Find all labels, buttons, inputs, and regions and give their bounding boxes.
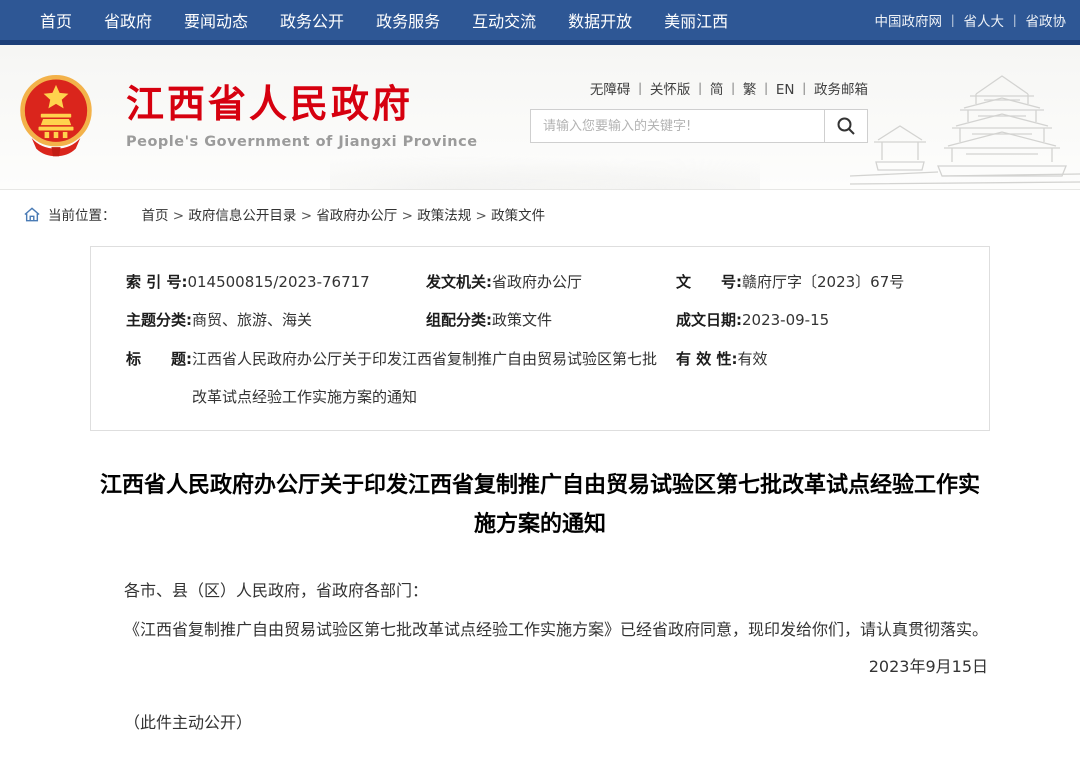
gov-site-link[interactable]: 中国政府网 bbox=[875, 10, 964, 30]
breadcrumb: 当前位置： 首页政府信息公开目录省政府办公厅政策法规政策文件 bbox=[0, 190, 1080, 234]
national-emblem-icon bbox=[20, 74, 92, 157]
site-header: 江西省人民政府 People's Government of Jiangxi P… bbox=[0, 45, 1080, 190]
group-label: 组配分类: bbox=[426, 311, 492, 330]
document-body: 各市、县（区）人民政府，省政府各部门： 《江西省复制推广自由贸易试验区第七批改革… bbox=[90, 576, 990, 760]
nav-item[interactable]: 首页 bbox=[40, 8, 72, 32]
doc-number-label: 文 号: bbox=[676, 273, 742, 291]
search-button[interactable] bbox=[824, 110, 867, 142]
doc-title-value: 江西省人民政府办公厅关于印发江西省复制推广自由贸易试验区第七批改革试点经验工作实… bbox=[192, 349, 658, 406]
nav-item[interactable]: 互动交流 bbox=[472, 8, 536, 32]
metadata-topic: 主题分类: 商贸、旅游、海关 bbox=[126, 301, 426, 339]
top-nav-items: 首页 省政府 要闻动态 政务公开 政务服务 互动交流 数据开放 美丽江西 bbox=[40, 8, 728, 32]
breadcrumb-item[interactable]: 省政府办公厅 bbox=[316, 204, 417, 224]
document-date: 2023年9月15日 bbox=[868, 657, 988, 677]
paragraph: 《江西省复制推广自由贸易试验区第七批改革试点经验工作实施方案》已经省政府同意，现… bbox=[124, 619, 989, 639]
metadata-index: 索 引 号: 014500815/2023-76717 bbox=[126, 263, 426, 301]
site-title: 江西省人民政府 bbox=[126, 82, 414, 127]
search-box bbox=[530, 109, 868, 143]
main-content: 索 引 号: 014500815/2023-76717 发文机关: 省政府办公厅… bbox=[90, 246, 990, 760]
metadata-row: 索 引 号: 014500815/2023-76717 发文机关: 省政府办公厅… bbox=[126, 263, 959, 301]
search-input[interactable] bbox=[531, 110, 824, 142]
quick-link[interactable]: 政务邮箱 bbox=[814, 78, 868, 98]
top-nav-gov-links: 中国政府网省人大省政协 bbox=[875, 10, 1067, 30]
nav-item[interactable]: 政务公开 bbox=[280, 8, 344, 32]
site-title-en: People's Government of Jiangxi Province bbox=[126, 133, 478, 150]
nav-item[interactable]: 政务服务 bbox=[376, 8, 440, 32]
validity-label: 有 效 性: bbox=[676, 349, 738, 368]
gov-site-link[interactable]: 省政协 bbox=[1026, 10, 1067, 30]
metadata-title: 标 题: 江西省人民政府办公厅关于印发江西省复制推广自由贸易试验区第七批改革试点… bbox=[126, 340, 676, 417]
agency-label: 发文机关: bbox=[426, 273, 492, 291]
quick-link[interactable]: 无障碍 bbox=[590, 78, 650, 98]
search-icon bbox=[837, 117, 855, 135]
written-date-value: 2023-09-15 bbox=[742, 311, 830, 330]
gov-site-link[interactable]: 省人大 bbox=[964, 10, 1026, 30]
quick-link[interactable]: 繁 bbox=[743, 78, 776, 98]
group-value: 政策文件 bbox=[492, 311, 553, 330]
breadcrumb-item[interactable]: 首页 bbox=[142, 204, 189, 224]
metadata-row: 主题分类: 商贸、旅游、海关 组配分类: 政策文件 成文日期: 2023-09-… bbox=[126, 301, 959, 339]
pavilion-sketch-art bbox=[850, 75, 1080, 185]
metadata-doc-number: 文 号: 赣府厅字〔2023〕67号 bbox=[676, 263, 959, 301]
quick-links: 无障碍关怀版简繁EN政务邮箱 bbox=[530, 78, 868, 98]
breadcrumb-item[interactable]: 政策文件 bbox=[491, 204, 545, 224]
validity-value: 有效 bbox=[737, 349, 768, 368]
breadcrumb-trail: 首页政府信息公开目录省政府办公厅政策法规政策文件 bbox=[142, 204, 546, 224]
nav-item[interactable]: 省政府 bbox=[104, 8, 152, 32]
breadcrumb-item[interactable]: 政策法规 bbox=[417, 204, 491, 224]
nav-item[interactable]: 要闻动态 bbox=[184, 8, 248, 32]
nav-item[interactable]: 美丽江西 bbox=[664, 8, 728, 32]
site-logo[interactable]: 江西省人民政府 People's Government of Jiangxi P… bbox=[18, 73, 478, 159]
document-title: 江西省人民政府办公厅关于印发江西省复制推广自由贸易试验区第七批改革试点经验工作实… bbox=[99, 473, 980, 537]
home-icon bbox=[24, 206, 40, 221]
doc-title-label: 标 题: bbox=[126, 349, 192, 368]
metadata-row: 标 题: 江西省人民政府办公厅关于印发江西省复制推广自由贸易试验区第七批改革试点… bbox=[126, 340, 959, 417]
top-nav-bar: 首页 省政府 要闻动态 政务公开 政务服务 互动交流 数据开放 美丽江西 中国政府网省人大省政… bbox=[0, 0, 1080, 45]
breadcrumb-item[interactable]: 政府信息公开目录 bbox=[188, 204, 316, 224]
metadata-agency: 发文机关: 省政府办公厅 bbox=[426, 263, 676, 301]
written-date-label: 成文日期: bbox=[676, 311, 742, 330]
index-value: 014500815/2023-76717 bbox=[187, 273, 370, 291]
doc-number-value: 赣府厅字〔2023〕67号 bbox=[742, 273, 905, 291]
topic-label: 主题分类: bbox=[126, 311, 192, 330]
topic-value: 商贸、旅游、海关 bbox=[192, 311, 313, 330]
header-right-panel: 无障碍关怀版简繁EN政务邮箱 bbox=[530, 78, 868, 143]
disclosure-note: （此件主动公开） bbox=[124, 712, 253, 732]
salutation: 各市、县（区）人民政府，省政府各部门： bbox=[124, 581, 429, 600]
quick-link[interactable]: 简 bbox=[710, 78, 743, 98]
quick-link[interactable]: EN bbox=[776, 78, 814, 98]
document-metadata-table: 索 引 号: 014500815/2023-76717 发文机关: 省政府办公厅… bbox=[90, 246, 990, 431]
agency-value: 省政府办公厅 bbox=[492, 273, 583, 291]
nav-item[interactable]: 数据开放 bbox=[568, 8, 632, 32]
breadcrumb-label: 当前位置： bbox=[48, 208, 116, 224]
index-label: 索 引 号: bbox=[126, 273, 188, 291]
metadata-group: 组配分类: 政策文件 bbox=[426, 301, 676, 339]
metadata-validity: 有 效 性: 有效 bbox=[676, 340, 959, 417]
quick-link[interactable]: 关怀版 bbox=[650, 78, 710, 98]
metadata-date: 成文日期: 2023-09-15 bbox=[676, 301, 959, 339]
site-title-block: 江西省人民政府 People's Government of Jiangxi P… bbox=[126, 82, 478, 150]
